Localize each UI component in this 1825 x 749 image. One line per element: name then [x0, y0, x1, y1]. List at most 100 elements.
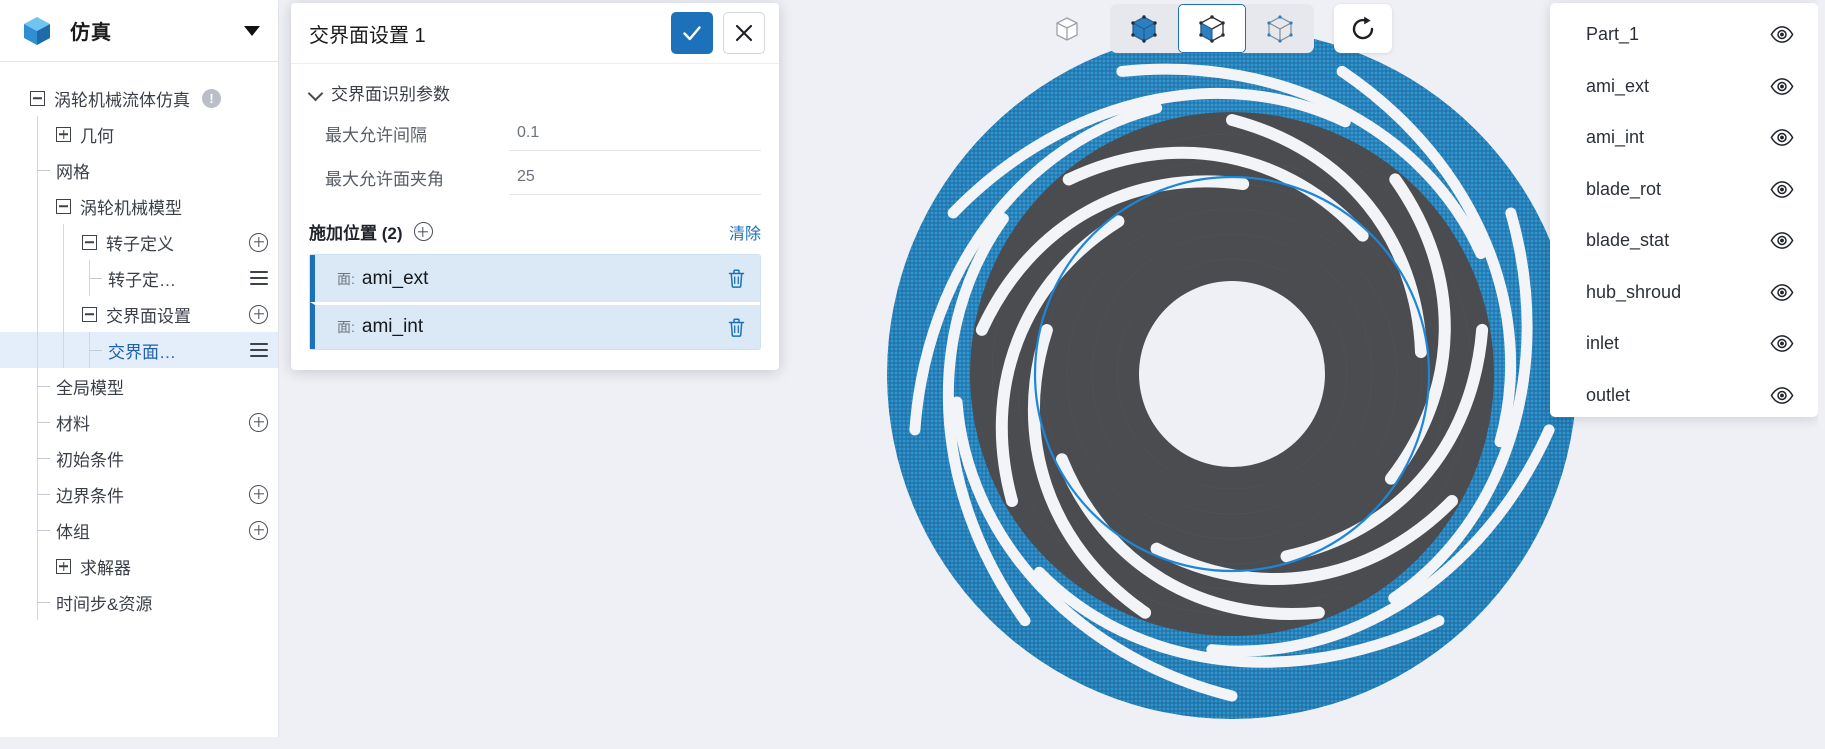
tree-item-label: 交界面设置 [106, 306, 191, 326]
part-name: blade_rot [1586, 178, 1662, 199]
tree-guide-line [37, 260, 38, 296]
tree-item[interactable]: 转子定… [0, 260, 278, 296]
tree-item[interactable]: 交界面… [0, 332, 278, 368]
tree-guide-line [37, 116, 38, 152]
tree-guide-line [37, 548, 38, 584]
tree-item-actions [249, 232, 268, 252]
tree-item[interactable]: 涡轮机械模型 [0, 188, 278, 224]
shaded-cube-icon [1131, 14, 1157, 43]
recognition-params-section-header[interactable]: 交界面识别参数 [309, 80, 761, 105]
expand-icon[interactable] [56, 126, 71, 142]
clear-locations-link[interactable]: 清除 [729, 220, 761, 244]
tree-item[interactable]: 边界条件 [0, 476, 278, 512]
trash-icon[interactable] [727, 268, 746, 289]
part-row[interactable]: Part_1 [1550, 9, 1818, 61]
collapse-icon[interactable] [82, 234, 97, 250]
parameter-label: 最大允许面夹角 [325, 169, 444, 189]
rotate-view-button[interactable] [1334, 4, 1392, 53]
eye-icon[interactable] [1770, 232, 1794, 250]
tree-item[interactable]: 转子定义 [0, 224, 278, 260]
tree-guide-line [63, 296, 64, 332]
tree-item-label: 初始条件 [56, 450, 124, 470]
plus-circle-icon[interactable] [413, 222, 433, 241]
tree-item[interactable]: 涡轮机械流体仿真! [0, 80, 278, 116]
part-name: ami_int [1586, 127, 1645, 148]
parts-panel: Part_1 ami_ext ami_int blade_rot blade_stath… [1550, 3, 1818, 417]
location-item[interactable]: 面: ami_ext [310, 255, 760, 302]
dialog-header: 交界面设置 1 [291, 3, 779, 64]
menu-icon[interactable] [250, 343, 268, 357]
sidebar-header: 仿真 [0, 0, 278, 62]
plus-circle-icon[interactable] [249, 412, 268, 432]
tree-item-label: 材料 [56, 414, 90, 434]
location-kind-label: 面: [337, 319, 355, 335]
tree-item-label: 全局模型 [56, 378, 124, 398]
confirm-button[interactable] [671, 12, 713, 54]
tree-elbow [89, 278, 102, 279]
tree-guide-line [63, 224, 64, 260]
part-row[interactable]: hub_shroud [1550, 267, 1818, 319]
tree-item[interactable]: 交界面设置 [0, 296, 278, 332]
rotate-icon [1352, 16, 1374, 39]
eye-icon[interactable] [1770, 26, 1794, 44]
tree-item-label: 体组 [56, 522, 90, 542]
eye-icon[interactable] [1770, 129, 1794, 147]
collapse-icon[interactable] [82, 306, 97, 322]
shaded-cube-icon-button[interactable] [1110, 4, 1178, 53]
tree-item[interactable]: 材料 [0, 404, 278, 440]
part-row[interactable]: inlet [1550, 318, 1818, 370]
viewport-scrollbar[interactable] [1818, 0, 1825, 749]
tree-item-actions [249, 304, 268, 324]
tree-item[interactable]: 全局模型 [0, 368, 278, 404]
eye-icon[interactable] [1770, 180, 1794, 198]
tree-item-actions [249, 484, 268, 504]
part-name: Part_1 [1586, 24, 1640, 45]
part-row[interactable]: outlet [1550, 370, 1818, 422]
plus-circle-icon[interactable] [249, 520, 268, 540]
tree-elbow [37, 386, 50, 387]
parameter-input[interactable] [509, 159, 761, 195]
part-name: outlet [1586, 384, 1631, 405]
collapse-icon[interactable] [56, 198, 71, 214]
part-row[interactable]: blade_rot [1550, 164, 1818, 216]
parts-list: Part_1 ami_ext ami_int blade_rot blade_stath… [1550, 9, 1818, 421]
wireframe-edges-cube-icon-button[interactable] [1246, 4, 1314, 53]
tree-elbow [37, 422, 50, 423]
collapse-icon[interactable] [30, 90, 45, 106]
part-row[interactable]: blade_stat [1550, 215, 1818, 267]
tree-item-content: 涡轮机械流体仿真! [0, 86, 268, 111]
part-row[interactable]: ami_ext [1550, 61, 1818, 113]
tree-item[interactable]: 网格 [0, 152, 278, 188]
plus-circle-icon[interactable] [249, 304, 268, 324]
eye-icon[interactable] [1770, 283, 1794, 301]
trash-icon[interactable] [727, 317, 746, 338]
wireframe-cube-icon-button[interactable] [1040, 4, 1094, 53]
tree-item[interactable]: 时间步&资源 [0, 584, 278, 620]
wireframe-edges-cube-icon [1267, 14, 1293, 43]
parameter-input[interactable] [509, 115, 761, 151]
tree-item[interactable]: 初始条件 [0, 440, 278, 476]
part-row[interactable]: ami_int [1550, 112, 1818, 164]
cancel-button[interactable] [723, 12, 765, 54]
tree-item-actions [250, 343, 268, 357]
plus-circle-icon[interactable] [249, 484, 268, 504]
shaded-edges-cube-icon-button[interactable] [1178, 4, 1246, 53]
chevron-down-icon[interactable] [244, 25, 260, 36]
location-kind-label: 面: [337, 270, 355, 287]
location-item[interactable]: 面: ami_int [310, 302, 760, 349]
shading-mode-group [1110, 4, 1314, 53]
eye-icon[interactable] [1770, 77, 1794, 95]
locations-header: 施加位置 (2) 清除 [309, 219, 761, 244]
tree-elbow [37, 458, 50, 459]
menu-icon[interactable] [250, 271, 268, 285]
part-name: inlet [1586, 333, 1620, 354]
tree-item[interactable]: 求解器 [0, 548, 278, 584]
tree-item-label: 涡轮机械模型 [80, 198, 182, 218]
tree-item[interactable]: 几何 [0, 116, 278, 152]
eye-icon[interactable] [1770, 335, 1794, 353]
tree-item[interactable]: 体组 [0, 512, 278, 548]
eye-icon[interactable] [1770, 386, 1794, 404]
plus-circle-icon[interactable] [249, 232, 268, 252]
part-name: blade_stat [1586, 230, 1670, 251]
expand-icon[interactable] [56, 558, 71, 574]
